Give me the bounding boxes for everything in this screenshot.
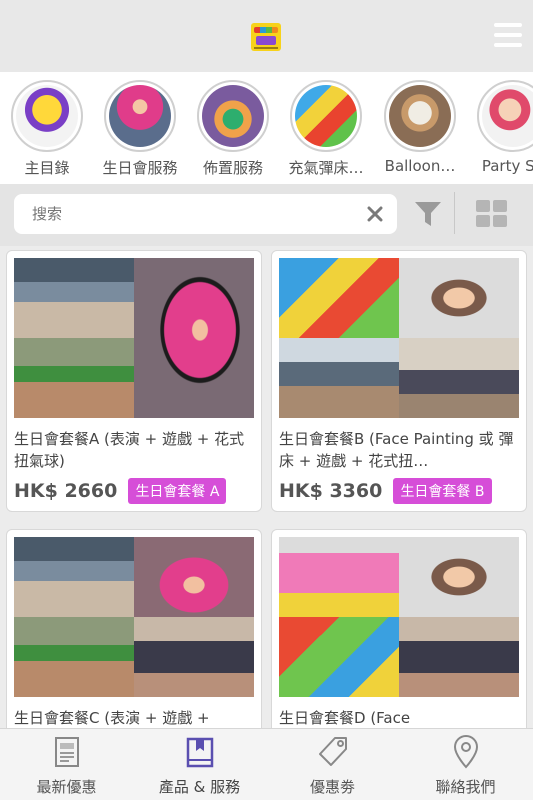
category-label: 主目錄 [24, 159, 70, 177]
product-title: 生日會套餐A (表演 + 遊戲 + 花式扭氣球) [14, 430, 245, 470]
tag-icon [318, 737, 347, 766]
product-title: 生日會套餐B (Face Painting 或 彈床 + 遊戲 + 花式扭… [279, 430, 514, 470]
bottom-nav: 最新優惠 產品 & 服務 優惠劵 聯絡我們 [0, 728, 533, 800]
category-image [477, 80, 533, 152]
search-input[interactable] [32, 194, 352, 234]
product-title: 生日會套餐C (表演 + 遊戲 + [14, 709, 210, 727]
nav-contact-us[interactable]: 聯絡我們 [399, 729, 532, 800]
nav-products-services[interactable]: 產品 & 服務 [133, 729, 266, 800]
category-label: 生日會服務 [102, 159, 178, 177]
product-price: HK$ 2660 [14, 480, 118, 502]
product-card[interactable]: 生日會套餐B (Face Painting 或 彈床 + 遊戲 + 花式扭… H… [271, 250, 527, 512]
product-image [279, 537, 519, 697]
hamburger-menu-icon[interactable] [494, 23, 522, 47]
category-item-birthday[interactable]: 生日會服務 [95, 80, 185, 178]
category-image [197, 80, 269, 152]
product-card[interactable]: 生日會套餐D (Face [271, 529, 527, 728]
product-image [14, 537, 254, 697]
nav-label: 聯絡我們 [435, 778, 496, 796]
category-label: 佈置服務 [202, 159, 263, 177]
category-label: Party Sh [481, 157, 533, 175]
divider [454, 192, 455, 234]
grid-view-icon[interactable] [476, 200, 507, 228]
category-label: Balloon… [384, 157, 456, 175]
category-item-party-show[interactable]: Party Sh [468, 80, 533, 175]
category-image [290, 80, 362, 152]
nav-label: 產品 & 服務 [158, 778, 241, 796]
category-item-bouncy-castle[interactable]: 充氣彈床… [281, 80, 371, 178]
book-icon [186, 737, 213, 768]
category-item-decoration[interactable]: 佈置服務 [188, 80, 278, 178]
nav-latest-offers[interactable]: 最新優惠 [0, 729, 133, 800]
logo[interactable] [251, 23, 281, 51]
category-item-balloon[interactable]: Balloon… [375, 80, 465, 175]
category-item-main[interactable]: 主目錄 [2, 80, 92, 178]
nav-label: 優惠劵 [309, 778, 355, 796]
top-bar [0, 0, 533, 72]
product-image [14, 258, 254, 418]
search-box [14, 194, 397, 234]
location-pin-icon [453, 735, 478, 769]
search-row [0, 184, 533, 246]
newspaper-icon [54, 737, 79, 767]
filter-icon[interactable] [414, 201, 442, 227]
product-tag[interactable]: 生日會套餐 B [393, 478, 492, 504]
product-title: 生日會套餐D (Face [279, 709, 411, 727]
category-image [384, 80, 456, 152]
product-price: HK$ 3360 [279, 480, 383, 502]
category-strip: 主目錄 生日會服務 佈置服務 充氣彈床… Balloon… Party Sh [0, 72, 533, 184]
product-card[interactable]: 生日會套餐C (表演 + 遊戲 + [6, 529, 262, 728]
product-grid: 生日會套餐A (表演 + 遊戲 + 花式扭氣球) HK$ 2660 生日會套餐 … [0, 246, 533, 728]
category-image [11, 80, 83, 152]
category-label: 充氣彈床… [288, 159, 364, 177]
category-image [104, 80, 176, 152]
nav-coupons[interactable]: 優惠劵 [266, 729, 399, 800]
product-image [279, 258, 519, 418]
product-card[interactable]: 生日會套餐A (表演 + 遊戲 + 花式扭氣球) HK$ 2660 生日會套餐 … [6, 250, 262, 512]
close-icon[interactable] [367, 206, 383, 222]
product-tag[interactable]: 生日會套餐 A [128, 478, 227, 504]
nav-label: 最新優惠 [36, 778, 97, 796]
